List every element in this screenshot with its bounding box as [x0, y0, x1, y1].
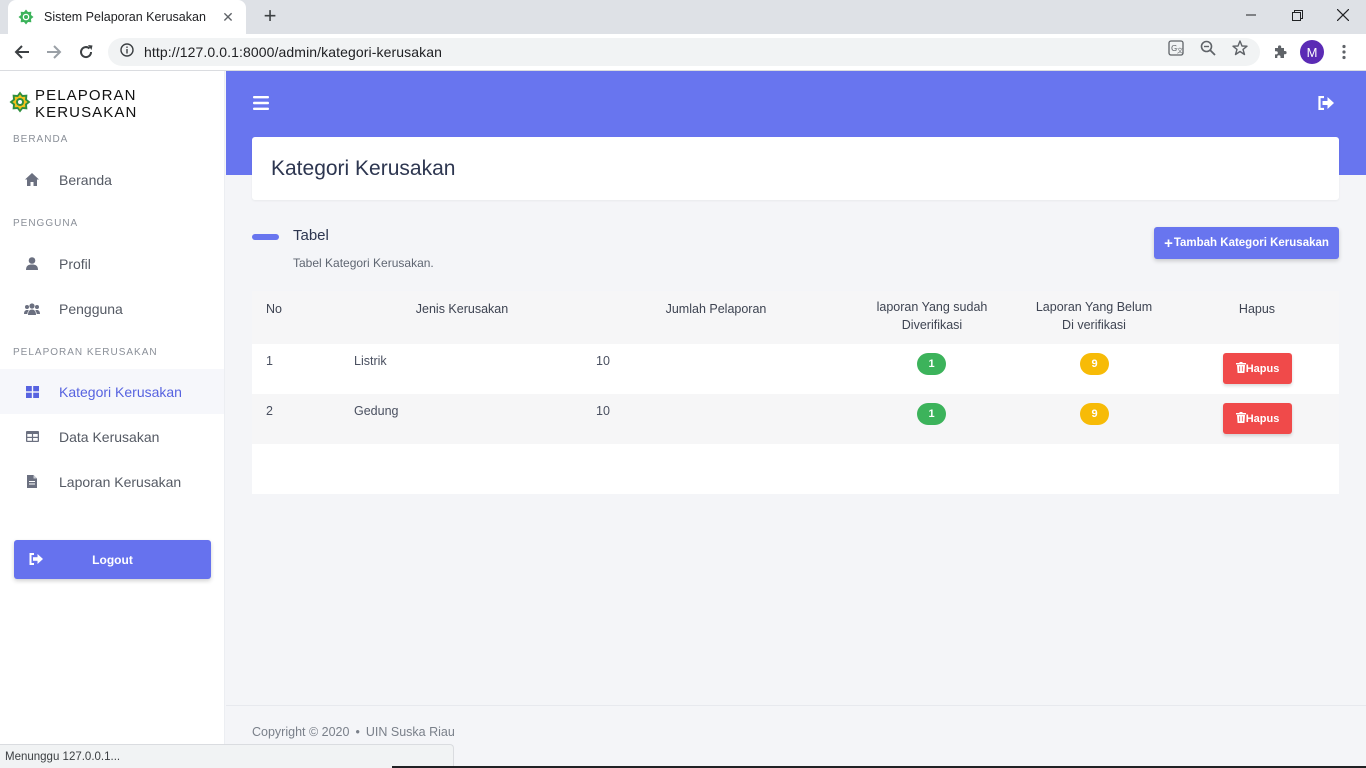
column-header-unverified: Laporan Yang Belum Di verifikasi: [1035, 300, 1153, 332]
browser-tabstrip: Sistem Pelaporan Kerusakan ✕ +: [0, 0, 1366, 34]
profile-avatar[interactable]: M: [1300, 40, 1324, 64]
close-tab-icon[interactable]: ✕: [220, 9, 236, 26]
delete-label: Hapus: [1245, 412, 1280, 425]
footer: Copyright © 2020 • UIN Suska Riau: [252, 725, 455, 739]
table-heading: Tabel: [293, 227, 329, 244]
sign-out-icon[interactable]: [1318, 95, 1334, 111]
home-icon: [24, 172, 40, 188]
add-category-button[interactable]: + Tambah Kategori Kerusakan: [1154, 227, 1339, 259]
footer-divider: [226, 705, 1366, 706]
back-icon[interactable]: [8, 38, 36, 66]
svg-text:文: 文: [1177, 47, 1183, 55]
bookmark-star-icon[interactable]: [1232, 40, 1248, 56]
sidebar-item-label: Laporan Kerusakan: [59, 473, 182, 490]
column-header-jenis: Jenis Kerusakan: [415, 302, 509, 316]
footer-separator: •: [355, 725, 360, 739]
section-heading-beranda: BERANDA: [13, 134, 69, 145]
page-title-card: Kategori Kerusakan: [252, 137, 1339, 200]
plus-icon: +: [1164, 234, 1173, 252]
verified-count-badge: 1: [917, 403, 946, 425]
delete-button[interactable]: Hapus: [1223, 353, 1292, 384]
minimize-icon[interactable]: [1228, 0, 1274, 30]
file-icon: [24, 474, 40, 490]
grid-icon: [24, 384, 40, 400]
trash-icon: [1235, 411, 1246, 426]
brand-text: PELAPORAN KERUSAKAN: [35, 87, 138, 121]
table-row: 1 Listrik 10 1 9 Hapus: [252, 344, 1339, 394]
reload-icon[interactable]: [72, 38, 100, 66]
translate-icon[interactable]: G文: [1168, 40, 1184, 56]
logout-button[interactable]: Logout: [14, 540, 211, 579]
sidebar: PELAPORAN KERUSAKAN BERANDA Beranda PENG…: [0, 71, 225, 768]
restore-icon[interactable]: [1274, 0, 1320, 30]
sidebar-item-data-kerusakan[interactable]: Data Kerusakan: [0, 414, 224, 459]
cell-jenis: Gedung: [354, 404, 399, 418]
sidebar-item-laporan-kerusakan[interactable]: Laporan Kerusakan: [0, 459, 224, 504]
kebab-menu-icon[interactable]: [1332, 40, 1356, 64]
table-icon: [24, 429, 40, 445]
tab-title: Sistem Pelaporan Kerusakan: [44, 10, 206, 24]
browser-toolbar: http://127.0.0.1:8000/admin/kategori-ker…: [0, 34, 1366, 71]
unverified-count-badge: 9: [1080, 403, 1109, 425]
browser-tab[interactable]: Sistem Pelaporan Kerusakan ✕: [8, 0, 246, 34]
sign-out-icon: [29, 552, 43, 566]
brand[interactable]: PELAPORAN KERUSAKAN: [9, 87, 224, 121]
info-icon[interactable]: [120, 42, 134, 62]
sidebar-item-beranda[interactable]: Beranda: [0, 157, 224, 202]
cell-no: 1: [266, 354, 273, 368]
section-accent-bar: [252, 234, 279, 240]
table-row: 2 Gedung 10 1 9 Hapus: [252, 394, 1339, 444]
sidebar-item-pengguna[interactable]: Pengguna: [0, 286, 224, 331]
section-heading-pelaporan: PELAPORAN KERUSAKAN: [13, 347, 158, 358]
add-category-label: Tambah Kategori Kerusakan: [1173, 237, 1329, 249]
delete-label: Hapus: [1245, 362, 1280, 375]
browser-status-bar: Menunggu 127.0.0.1...: [0, 744, 454, 768]
extensions-icon[interactable]: [1268, 40, 1292, 64]
cell-jumlah: 10: [596, 354, 610, 368]
cell-jumlah: 10: [596, 404, 610, 418]
sidebar-item-label: Pengguna: [59, 300, 123, 317]
forward-icon[interactable]: [40, 38, 68, 66]
column-header-hapus: Hapus: [1238, 302, 1276, 316]
column-header-no: No: [266, 302, 282, 316]
sidebar-item-label: Data Kerusakan: [59, 428, 160, 445]
sidebar-item-label: Beranda: [59, 171, 112, 188]
delete-button[interactable]: Hapus: [1223, 403, 1292, 434]
zoom-icon[interactable]: [1200, 40, 1216, 56]
users-icon: [24, 301, 40, 317]
sidebar-item-kategori-kerusakan[interactable]: Kategori Kerusakan: [0, 369, 224, 414]
section-heading-pengguna: PENGGUNA: [13, 218, 79, 229]
cell-jenis: Listrik: [354, 354, 387, 368]
close-window-icon[interactable]: [1320, 0, 1366, 30]
footer-org[interactable]: UIN Suska Riau: [366, 725, 455, 739]
address-bar[interactable]: http://127.0.0.1:8000/admin/kategori-ker…: [108, 38, 1260, 66]
sidebar-item-profil[interactable]: Profil: [0, 241, 224, 286]
footer-copyright: Copyright © 2020: [252, 725, 350, 739]
cell-no: 2: [266, 404, 273, 418]
user-icon: [24, 256, 40, 272]
url-text: http://127.0.0.1:8000/admin/kategori-ker…: [144, 44, 443, 60]
verified-count-badge: 1: [917, 353, 946, 375]
trash-icon: [1235, 361, 1246, 376]
logout-label: Logout: [92, 552, 133, 567]
category-table: No Jenis Kerusakan Jumlah Pelaporan lapo…: [252, 291, 1339, 494]
unverified-count-badge: 9: [1080, 353, 1109, 375]
hamburger-menu-icon[interactable]: [253, 96, 269, 110]
page-title: Kategori Kerusakan: [271, 156, 456, 180]
table-header: No Jenis Kerusakan Jumlah Pelaporan lapo…: [252, 291, 1339, 344]
sidebar-item-label: Profil: [59, 255, 91, 272]
new-tab-icon[interactable]: +: [258, 4, 282, 28]
column-header-jumlah: Jumlah Pelaporan: [665, 302, 767, 316]
favicon-icon: [18, 9, 34, 25]
logo-icon: [9, 91, 31, 118]
table-subtitle: Tabel Kategori Kerusakan.: [293, 256, 434, 270]
column-header-verified: laporan Yang sudah Diverifikasi: [876, 300, 988, 332]
status-text: Menunggu 127.0.0.1...: [5, 750, 121, 763]
sidebar-item-label: Kategori Kerusakan: [59, 383, 182, 400]
